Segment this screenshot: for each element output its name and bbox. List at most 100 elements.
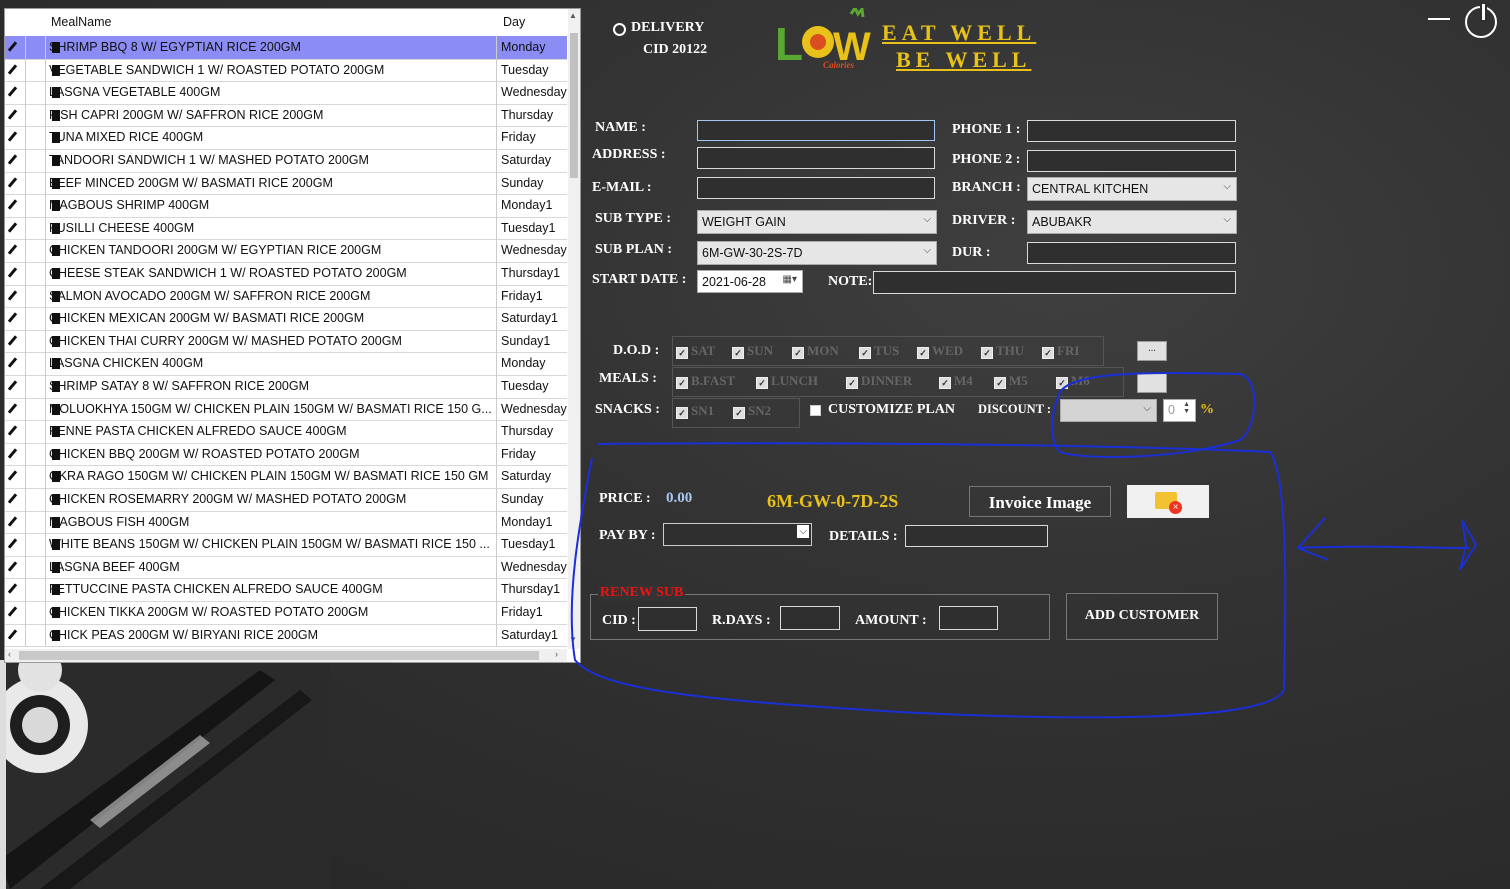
meal-name-cell[interactable]: CHICKEN BBQ 200GM W/ ROASTED POTATO 200G… <box>49 447 495 461</box>
table-row[interactable]: FUSILLI CHEESE 400GM Tuesday1 <box>5 216 567 241</box>
meal-name-cell[interactable]: FETTUCCINE PASTA CHICKEN ALFREDO SAUCE 4… <box>49 582 495 596</box>
checkbox-m6[interactable]: ✓ M6 <box>1056 373 1090 389</box>
dur-input[interactable] <box>1027 242 1236 264</box>
rdays-input[interactable] <box>780 606 840 630</box>
checkbox-lunch[interactable]: ✓ LUNCH <box>756 373 818 389</box>
pencil-icon[interactable] <box>7 493 18 504</box>
delete-cell[interactable] <box>26 262 60 285</box>
checkbox-bfast[interactable]: ✓ B.FAST <box>676 373 735 389</box>
day-cell[interactable]: Sunday <box>496 488 567 511</box>
delete-cell[interactable] <box>26 126 60 149</box>
pencil-icon[interactable] <box>7 267 18 278</box>
checkbox-m5[interactable]: ✓ M5 <box>994 373 1028 389</box>
dod-more-button[interactable]: ... <box>1137 341 1167 361</box>
invoice-preview[interactable]: × <box>1127 485 1209 518</box>
day-cell[interactable]: Monday1 <box>496 510 567 534</box>
pencil-icon[interactable] <box>7 154 18 165</box>
meal-name-cell[interactable]: TANDOORI SANDWICH 1 W/ MASHED POTATO 200… <box>49 153 495 167</box>
checkbox-dinner[interactable]: ✓ DINNER <box>846 373 912 389</box>
checkbox-check-icon[interactable]: ✓ <box>1042 347 1054 359</box>
delete-cell[interactable] <box>26 578 60 601</box>
meal-name-cell[interactable]: CHICKEN TANDOORI 200GM W/ EGYPTIAN RICE … <box>49 243 495 257</box>
edit-cell[interactable] <box>5 36 26 59</box>
pencil-icon[interactable] <box>7 628 18 640</box>
day-cell[interactable]: Saturday <box>496 149 567 172</box>
meal-name-cell[interactable]: BEEF MINCED 200GM W/ BASMATI RICE 200GM <box>49 176 495 190</box>
delete-cell[interactable] <box>26 488 60 511</box>
day-cell[interactable]: Saturday1 <box>496 307 567 330</box>
pencil-icon[interactable] <box>7 515 18 527</box>
table-row[interactable]: WHITE BEANS 150GM W/ CHICKEN PLAIN 150GM… <box>5 533 567 557</box>
day-cell[interactable]: Friday <box>496 126 567 149</box>
scroll-left-icon[interactable]: ‹ <box>8 649 11 659</box>
pencil-icon[interactable] <box>7 335 18 346</box>
day-cell[interactable]: Friday1 <box>496 601 567 624</box>
edit-cell[interactable] <box>5 420 26 443</box>
edit-cell[interactable] <box>5 307 26 330</box>
pencil-icon[interactable] <box>7 109 18 120</box>
delivery-radio[interactable] <box>613 23 626 36</box>
delete-cell[interactable] <box>26 36 60 59</box>
checkbox-check-icon[interactable]: ✓ <box>846 377 858 389</box>
delete-cell[interactable] <box>26 397 60 421</box>
meal-name-cell[interactable]: FISH CAPRI 200GM W/ SAFFRON RICE 200GM <box>49 108 495 122</box>
day-cell[interactable]: Thursday <box>496 103 567 127</box>
pencil-icon[interactable] <box>7 583 18 595</box>
edit-cell[interactable] <box>5 103 26 127</box>
day-cell[interactable]: Tuesday1 <box>496 216 567 240</box>
day-cell[interactable]: Wednesday <box>496 555 567 579</box>
delete-cell[interactable] <box>26 555 60 579</box>
phone2-input[interactable] <box>1027 150 1236 172</box>
delete-cell[interactable] <box>26 420 60 443</box>
table-row[interactable]: CHICKEN MEXICAN 200GM W/ BASMATI RICE 20… <box>5 307 567 331</box>
day-cell[interactable]: Friday <box>496 442 567 466</box>
table-row[interactable]: CHICKEN BBQ 200GM W/ ROASTED POTATO 200G… <box>5 442 567 467</box>
meal-name-cell[interactable]: CHEESE STEAK SANDWICH 1 W/ ROASTED POTAT… <box>49 266 495 280</box>
checkbox-check-icon[interactable]: ✓ <box>756 377 768 389</box>
sub-plan-select[interactable]: 6M-GW-30-2S-7D ⌵ <box>697 241 937 265</box>
pencil-icon[interactable] <box>7 63 18 75</box>
pencil-icon[interactable] <box>7 312 18 323</box>
horizontal-scroll-thumb[interactable] <box>19 651 539 660</box>
discount-stepper[interactable]: 0 ▲ ▼ <box>1163 399 1196 422</box>
pencil-icon[interactable] <box>7 176 18 188</box>
day-cell[interactable]: Saturday1 <box>496 623 567 647</box>
pencil-icon[interactable] <box>7 538 18 549</box>
pencil-icon[interactable] <box>7 425 18 436</box>
day-cell[interactable]: Sunday1 <box>496 329 567 353</box>
scroll-down-icon[interactable]: ▼ <box>569 635 577 644</box>
edit-cell[interactable] <box>5 623 26 647</box>
edit-cell[interactable] <box>5 58 26 82</box>
add-customer-button[interactable]: ADD CUSTOMER <box>1066 593 1218 640</box>
day-cell[interactable]: Tuesday <box>496 375 567 398</box>
day-cell[interactable]: Saturday <box>496 465 567 488</box>
pencil-icon[interactable] <box>7 380 18 391</box>
discount-select[interactable]: ⌵ <box>1060 399 1157 422</box>
table-row[interactable]: OKRA RAGO 150GM W/ CHICKEN PLAIN 150GM W… <box>5 465 567 489</box>
edit-cell[interactable] <box>5 488 26 511</box>
delete-cell[interactable] <box>26 623 60 647</box>
delete-cell[interactable] <box>26 103 60 127</box>
delete-cell[interactable] <box>26 601 60 624</box>
checkbox-sn2[interactable]: ✓ SN2 <box>733 403 771 419</box>
edit-cell[interactable] <box>5 239 26 262</box>
checkbox-sn1[interactable]: ✓ SN1 <box>676 403 714 419</box>
table-row[interactable]: CHICKEN TANDOORI 200GM W/ EGYPTIAN RICE … <box>5 239 567 263</box>
branch-select[interactable]: CENTRAL KITCHEN ⌵ <box>1027 177 1237 201</box>
delete-cell[interactable] <box>26 216 60 240</box>
power-icon[interactable] <box>1465 4 1497 38</box>
delete-cell[interactable] <box>26 149 60 172</box>
edit-cell[interactable] <box>5 81 26 104</box>
table-row[interactable]: CHICKEN TIKKA 200GM W/ ROASTED POTATO 20… <box>5 601 567 625</box>
pencil-icon[interactable] <box>7 402 18 414</box>
meal-name-cell[interactable]: LASGNA VEGETABLE 400GM <box>49 85 495 99</box>
edit-cell[interactable] <box>5 555 26 579</box>
pencil-icon[interactable] <box>7 448 18 459</box>
meal-name-cell[interactable]: PENNE PASTA CHICKEN ALFREDO SAUCE 400GM <box>49 424 495 438</box>
checkbox-check-icon[interactable]: ✓ <box>994 377 1006 389</box>
edit-cell[interactable] <box>5 126 26 149</box>
day-cell[interactable]: Wednesday <box>496 397 567 421</box>
edit-cell[interactable] <box>5 149 26 172</box>
day-cell[interactable]: Sunday <box>496 171 567 195</box>
day-cell[interactable]: Monday1 <box>496 194 567 217</box>
